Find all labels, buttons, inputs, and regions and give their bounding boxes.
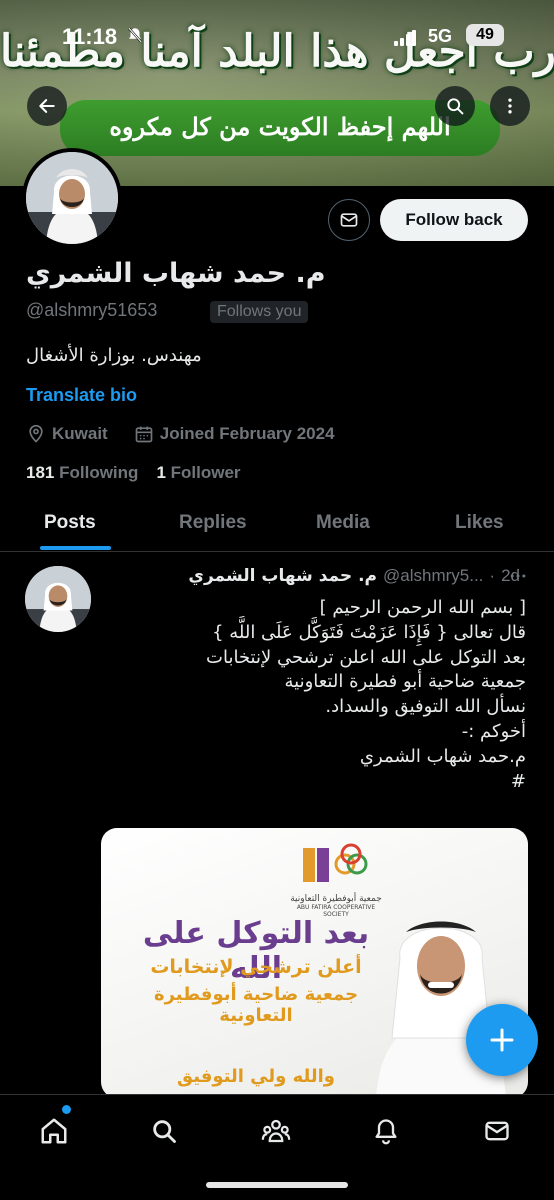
back-button[interactable] bbox=[27, 86, 67, 126]
followers-count: 1 bbox=[156, 463, 166, 482]
profile-name: م. حمد شهاب الشمري bbox=[26, 258, 326, 289]
profile-meta: Kuwait Joined February 2024 bbox=[26, 424, 335, 444]
media-subtitle-1: أعلن ترشحي لإنتخابات bbox=[150, 956, 362, 978]
post-line: قال تعالى { فَإِذَا عَزَمْتَ فَتَوَكَّل … bbox=[212, 621, 526, 643]
followers-label: Follower bbox=[170, 463, 241, 482]
post-line: أخوكم :- bbox=[461, 720, 526, 742]
media-subtitle-2: جمعية ضاحية أبوفطيرة التعاونية bbox=[153, 984, 359, 1026]
post-separator: · bbox=[489, 566, 496, 585]
envelope-icon bbox=[340, 213, 358, 227]
notification-dot bbox=[62, 1105, 71, 1114]
active-tab-indicator bbox=[40, 546, 111, 550]
followers-link[interactable]: 1 Follower bbox=[156, 463, 240, 483]
profile-tabs: Posts Replies Media Likes bbox=[0, 500, 554, 552]
follow-back-button[interactable]: Follow back bbox=[380, 199, 528, 241]
arrow-left-icon bbox=[39, 99, 55, 113]
following-count: 181 bbox=[26, 463, 55, 482]
profile-joined: Joined February 2024 bbox=[159, 424, 335, 443]
profile-avatar[interactable] bbox=[22, 148, 122, 248]
nav-messages[interactable] bbox=[477, 1113, 517, 1149]
follows-you-badge: Follows you bbox=[210, 301, 309, 323]
post-text: [ بسم الله الرحمن الرحيم ] قال تعالى { ف… bbox=[106, 596, 526, 794]
post-hashtag[interactable]: # bbox=[106, 770, 526, 795]
banner-text-bottom: اللهم إحفظ الكويت من كل مكروه bbox=[109, 112, 451, 141]
status-bar: 11:18 5G 49 bbox=[0, 18, 554, 58]
translate-bio-link[interactable]: Translate bio bbox=[26, 385, 137, 406]
profile-handle: @alshmry51653 bbox=[26, 300, 158, 320]
bell-icon bbox=[375, 1119, 397, 1145]
following-label: Following bbox=[59, 463, 139, 482]
nav-notifications[interactable] bbox=[366, 1113, 406, 1149]
calendar-icon bbox=[135, 426, 153, 443]
compose-button[interactable] bbox=[466, 1004, 538, 1076]
network-label: 5G bbox=[428, 26, 453, 46]
post-line: [ بسم الله الرحمن الرحيم ] bbox=[319, 597, 526, 618]
post-line: م.حمد شهاب الشمري bbox=[359, 745, 526, 767]
nav-communities[interactable] bbox=[256, 1113, 296, 1149]
home-indicator[interactable] bbox=[206, 1182, 348, 1188]
tab-media[interactable]: Media bbox=[316, 512, 370, 534]
home-icon bbox=[41, 1118, 67, 1144]
post-line: جمعية ضاحية أبو فطيرة التعاونية bbox=[284, 671, 526, 693]
post-author-handle: @alshmry5... bbox=[383, 566, 484, 585]
nav-home[interactable] bbox=[34, 1113, 74, 1149]
more-vertical-icon bbox=[508, 98, 512, 114]
more-horizontal-icon bbox=[510, 574, 526, 578]
post-line: نسأل الله التوفيق والسداد. bbox=[325, 696, 526, 718]
following-link[interactable]: 181 Following bbox=[26, 463, 138, 483]
post-media-image[interactable]: جمعية أبوفطيرة التعاونية ABU FATIRA COOP… bbox=[101, 828, 528, 1098]
location-pin-icon bbox=[29, 424, 43, 443]
profile-bio: مهندس. بوزارة الأشغال bbox=[26, 345, 202, 366]
tab-replies[interactable]: Replies bbox=[179, 512, 247, 534]
nav-search[interactable] bbox=[144, 1113, 184, 1149]
post-line: بعد التوكل على الله اعلن ترشحي لإنتخابات bbox=[206, 646, 526, 668]
bell-off-icon bbox=[126, 26, 144, 49]
post-header: م. حمد شهاب الشمري @alshmry5... · 2d bbox=[188, 566, 520, 586]
follow-counts: 181 Following 1 Follower bbox=[26, 463, 241, 483]
profile-location: Kuwait bbox=[52, 424, 108, 443]
status-time: 11:18 bbox=[62, 24, 118, 49]
tab-likes[interactable]: Likes bbox=[455, 512, 504, 534]
signal-icon bbox=[394, 30, 416, 46]
plus-icon bbox=[490, 1028, 514, 1052]
communities-icon bbox=[261, 1119, 291, 1143]
search-button[interactable] bbox=[435, 86, 475, 126]
search-icon bbox=[153, 1120, 176, 1143]
post-avatar[interactable] bbox=[25, 566, 91, 632]
post-author-name[interactable]: م. حمد شهاب الشمري bbox=[188, 566, 377, 586]
media-subtitle-3: والله ولي التوفيق bbox=[177, 1066, 335, 1087]
search-icon bbox=[447, 98, 464, 115]
more-button[interactable] bbox=[490, 86, 530, 126]
cooperative-logo bbox=[303, 843, 368, 882]
envelope-icon bbox=[485, 1121, 509, 1141]
tab-posts[interactable]: Posts bbox=[44, 512, 96, 534]
post-more-button[interactable] bbox=[508, 566, 528, 591]
message-button[interactable] bbox=[328, 199, 370, 241]
battery-indicator: 49 bbox=[466, 24, 504, 46]
